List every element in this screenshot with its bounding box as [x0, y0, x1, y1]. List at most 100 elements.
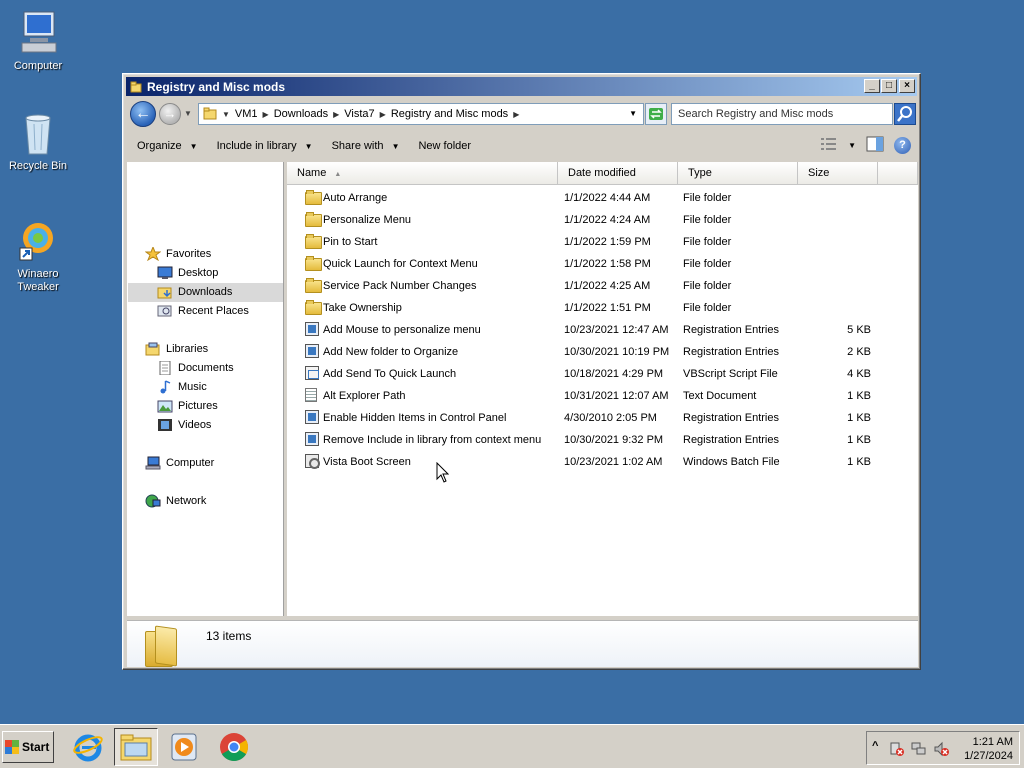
nav-music[interactable]: Music — [157, 378, 207, 396]
breadcrumb-vm1[interactable]: VM1 — [235, 108, 258, 120]
file-row[interactable]: Enable Hidden Items in Control Panel 4/30… — [287, 407, 918, 429]
breadcrumb-chevron-icon[interactable]: ▶ — [263, 110, 269, 119]
file-row[interactable]: Add Send To Quick Launch 10/18/2021 4:29 … — [287, 363, 918, 385]
file-row[interactable]: Service Pack Number Changes 1/1/2022 4:25… — [287, 275, 918, 297]
show-hidden-icons-button[interactable]: ^ — [872, 740, 878, 752]
file-row[interactable]: Vista Boot Screen 10/23/2021 1:02 AM Windo… — [287, 451, 918, 473]
column-header-type[interactable]: Type — [678, 162, 798, 185]
nav-favorites[interactable]: Favorites — [144, 245, 212, 263]
search-icon — [897, 106, 912, 122]
file-size: 1 KB — [847, 390, 871, 402]
desktop-icon-recycle-bin[interactable]: Recycle Bin — [0, 110, 76, 173]
nav-computer[interactable]: Computer — [145, 454, 214, 472]
network-status-icon[interactable] — [911, 741, 927, 757]
file-row[interactable]: Take Ownership 1/1/2022 1:51 PM File folde… — [287, 297, 918, 319]
file-list: Name ▲ Date modified Type Size Auto Arran… — [287, 162, 918, 616]
nav-videos[interactable]: Videos — [157, 416, 211, 434]
address-dropdown-icon[interactable]: ▼ — [629, 109, 637, 118]
column-header-filler — [878, 162, 918, 185]
videos-icon — [157, 418, 173, 432]
refresh-button[interactable] — [645, 103, 667, 125]
desktop-icon-winaero-tweaker[interactable]: Winaero Tweaker — [0, 218, 76, 294]
volume-muted-icon[interactable] — [933, 741, 949, 757]
registry-file-icon — [305, 432, 320, 446]
taskbar-explorer[interactable] — [114, 728, 158, 766]
file-row[interactable]: Add Mouse to personalize menu 10/23/2021 … — [287, 319, 918, 341]
nav-pictures[interactable]: Pictures — [157, 397, 218, 415]
file-row[interactable]: Add New folder to Organize 10/30/2021 10:… — [287, 341, 918, 363]
include-in-library-menu[interactable]: Include in library ▼ — [217, 140, 313, 152]
file-row[interactable]: Personalize Menu 1/1/2022 4:24 AM File fol… — [287, 209, 918, 231]
column-header-size[interactable]: Size — [798, 162, 878, 185]
breadcrumb-current[interactable]: Registry and Misc mods — [391, 108, 508, 120]
file-size: 1 KB — [847, 434, 871, 446]
breadcrumb-downloads[interactable]: Downloads — [274, 108, 328, 120]
file-name: Quick Launch for Context Menu — [323, 258, 478, 270]
breadcrumb-chevron-icon[interactable]: ▶ — [333, 110, 339, 119]
nav-network[interactable]: Network — [145, 492, 206, 510]
include-in-library-label: Include in library — [216, 140, 297, 152]
file-name: Remove Include in library from context m… — [323, 434, 542, 446]
nav-recent-places[interactable]: Recent Places — [157, 302, 249, 320]
title-bar[interactable]: Registry and Misc mods _ □ × — [126, 77, 917, 96]
file-row[interactable]: Auto Arrange 1/1/2022 4:44 AM File folder — [287, 187, 918, 209]
start-button[interactable]: Start — [2, 731, 54, 763]
close-button[interactable]: × — [899, 79, 915, 93]
taskbar-chrome[interactable] — [212, 728, 256, 766]
column-header-date[interactable]: Date modified — [558, 162, 678, 185]
breadcrumb-chevron-icon[interactable]: ▶ — [380, 110, 386, 119]
nav-libraries[interactable]: Libraries — [145, 340, 208, 358]
file-row[interactable]: Alt Explorer Path 10/31/2021 12:07 AM Text… — [287, 385, 918, 407]
preview-pane-icon[interactable] — [866, 136, 884, 155]
share-with-menu[interactable]: Share with ▼ — [332, 140, 400, 152]
column-header-name[interactable]: Name ▲ — [287, 162, 558, 185]
recent-pages-dropdown[interactable]: ▼ — [184, 109, 192, 118]
view-dropdown-icon[interactable]: ▼ — [848, 141, 856, 150]
organize-menu[interactable]: Organize ▼ — [137, 140, 198, 152]
search-button[interactable] — [894, 103, 916, 125]
clock-time: 1:21 AM — [972, 736, 1013, 748]
pictures-icon — [157, 399, 173, 413]
breadcrumb-chevron-icon[interactable]: ▼ — [222, 110, 230, 119]
file-type: Registration Entries — [683, 412, 779, 424]
new-folder-button[interactable]: New folder — [418, 140, 471, 152]
file-size: 1 KB — [847, 412, 871, 424]
file-row[interactable]: Quick Launch for Context Menu 1/1/2022 1:… — [287, 253, 918, 275]
dropdown-arrow-icon: ▼ — [391, 141, 400, 151]
view-options-icon[interactable] — [820, 137, 838, 154]
recycle-bin-icon — [14, 110, 62, 156]
breadcrumb-chevron-icon[interactable]: ▶ — [513, 110, 519, 119]
new-folder-label: New folder — [418, 140, 472, 152]
nav-documents[interactable]: Documents — [157, 359, 234, 377]
minimize-button[interactable]: _ — [864, 79, 880, 93]
forward-button[interactable]: → — [159, 103, 181, 125]
maximize-button[interactable]: □ — [881, 79, 897, 93]
folder-icon — [305, 212, 322, 227]
nav-downloads[interactable]: Downloads — [157, 283, 232, 301]
column-label: Size — [808, 167, 830, 179]
desktop-icon-computer[interactable]: Computer — [0, 10, 76, 73]
action-center-icon[interactable] — [889, 741, 905, 757]
file-row[interactable]: Pin to Start 1/1/2022 1:59 PM File folder — [287, 231, 918, 253]
back-button[interactable]: ← — [130, 101, 156, 127]
taskbar-media-player[interactable] — [162, 728, 206, 766]
file-date-modified: 1/1/2022 1:51 PM — [564, 302, 651, 314]
file-name: Pin to Start — [323, 236, 378, 248]
address-bar[interactable]: ▼ VM1 ▶ Downloads ▶ Vista7 ▶ Registry an… — [198, 103, 644, 125]
clock[interactable]: 1:21 AM 1/27/2024 — [964, 735, 1013, 763]
file-size: 5 KB — [847, 324, 871, 336]
nav-label: Favorites — [166, 248, 212, 260]
nav-label: Libraries — [166, 343, 209, 355]
file-date-modified: 1/1/2022 1:58 PM — [564, 258, 651, 270]
help-icon[interactable]: ? — [894, 137, 911, 154]
breadcrumb-vista7[interactable]: Vista7 — [344, 108, 374, 120]
winaero-tweaker-icon — [14, 218, 62, 264]
file-row[interactable]: Remove Include in library from context m… — [287, 429, 918, 451]
dropdown-arrow-icon: ▼ — [304, 141, 313, 151]
nav-label: Downloads — [178, 286, 233, 298]
nav-desktop[interactable]: Desktop — [157, 264, 218, 282]
desktop-icon — [157, 266, 173, 280]
file-date-modified: 10/23/2021 1:02 AM — [564, 456, 663, 468]
taskbar-internet-explorer[interactable] — [66, 728, 110, 766]
search-input[interactable]: Search Registry and Misc mods — [671, 103, 893, 125]
